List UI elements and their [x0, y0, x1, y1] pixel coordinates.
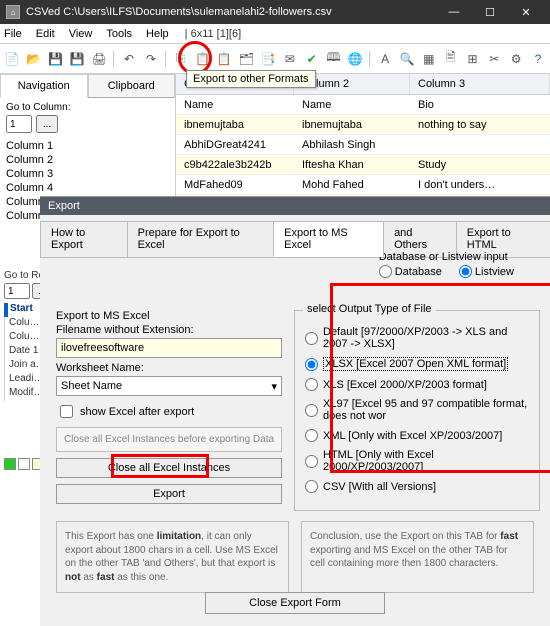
help-icon[interactable]: ?	[528, 49, 548, 69]
worksheet-select[interactable]: Sheet Name▾	[56, 376, 282, 396]
export-formats-icon[interactable]: ⎘	[171, 49, 191, 69]
menu-help[interactable]: Help	[146, 28, 169, 40]
close-button[interactable]: ✕	[508, 0, 544, 24]
window-title: CSVed C:\Users\ILFS\Documents\sulemanela…	[26, 6, 436, 18]
wrench-icon[interactable]: ✂	[484, 49, 504, 69]
close-export-form-button[interactable]: Close Export Form	[205, 592, 385, 614]
font-icon[interactable]: A	[375, 49, 395, 69]
radio-xl97[interactable]: XL97 [Excel 95 and 97 compatible format,…	[305, 398, 529, 422]
info-conclusion: Conclusion, use the Export on this TAB f…	[301, 521, 534, 593]
menu-tools[interactable]: Tools	[106, 28, 132, 40]
swatch-green[interactable]	[4, 458, 16, 470]
color-swatches	[0, 458, 44, 470]
tool-icon[interactable]: 📋	[214, 49, 234, 69]
close-form-wrap: Close Export Form	[205, 592, 385, 614]
print-icon[interactable]: 🖨	[89, 49, 109, 69]
goto-column-button[interactable]: ...	[36, 115, 58, 133]
menu-edit[interactable]: Edit	[36, 28, 55, 40]
tool-icon[interactable]: 📋	[193, 49, 213, 69]
export-dialog: Export How to Export Prepare for Export …	[40, 196, 550, 626]
goto-row-input[interactable]	[4, 283, 30, 299]
radio-xls[interactable]: XLS [Excel 2000/XP/2003 format]	[305, 378, 529, 391]
format-icon[interactable]: ▦	[419, 49, 439, 69]
export-button[interactable]: Export	[56, 484, 282, 504]
show-excel-checkbox[interactable]: show Excel after export	[56, 402, 282, 421]
worksheet-label: Worksheet Name:	[56, 362, 282, 374]
menu-extra: | 6x11 [1][6]	[185, 28, 241, 40]
table-row[interactable]: NameNameBio	[176, 95, 550, 115]
list-item[interactable]: Column 4	[6, 181, 169, 195]
tab-prepare-excel[interactable]: Prepare for Export to Excel	[127, 221, 275, 257]
search-icon[interactable]: 🔍	[397, 49, 417, 69]
radio-csv[interactable]: CSV [With all Versions]	[305, 480, 529, 493]
separator	[113, 50, 115, 68]
db-listview-input: Database or Listview input Database List…	[379, 251, 528, 281]
undo-icon[interactable]: ↶	[119, 49, 139, 69]
close-instances-hint: Close all Excel Instances before exporti…	[56, 427, 282, 452]
separator	[165, 50, 167, 68]
table-row[interactable]: AbhiDGreat4241Abhilash Singh	[176, 135, 550, 155]
tool-icon[interactable]: 🖹	[441, 49, 461, 69]
section-label: Export to MS Excel	[56, 310, 282, 322]
tool-icon[interactable]: 🗂	[236, 49, 256, 69]
list-item[interactable]: Column 2	[6, 153, 169, 167]
radio-xml[interactable]: XML [Only with Excel XP/2003/2007]	[305, 429, 529, 442]
redo-icon[interactable]: ↷	[141, 49, 161, 69]
export-right-column: select Output Type of File Default [97/2…	[294, 310, 540, 511]
db-input-label: Database or Listview input	[379, 251, 528, 263]
tool-icon[interactable]: 📑	[258, 49, 278, 69]
export-left-column: Export to MS Excel Filename without Exte…	[56, 310, 282, 511]
export-title: Export	[40, 197, 550, 215]
filename-input[interactable]	[56, 338, 282, 358]
list-item[interactable]: Column 1	[6, 139, 169, 153]
app-icon: ⌂	[6, 5, 20, 19]
radio-xlsx[interactable]: XLSX [Excel 2007 Open XML format]	[305, 357, 529, 371]
close-all-instances-button[interactable]: Close all Excel Instances	[56, 458, 282, 478]
tab-how-to-export[interactable]: How to Export	[40, 221, 128, 257]
tab-clipboard[interactable]: Clipboard	[88, 74, 176, 98]
toolbar: 📄 📂 💾 💾 🖨 ↶ ↷ ⎘ 📋 📋 🗂 📑 ✉ ✔ 🕮 🌐 A 🔍 ▦ 🖹 …	[0, 44, 550, 74]
list-item[interactable]: Start	[10, 303, 33, 314]
tool-icon[interactable]: 🕮	[324, 49, 344, 69]
column-header[interactable]: Column 3	[410, 74, 550, 94]
table-row[interactable]: ibnemujtabaibnemujtabanothing to say	[176, 115, 550, 135]
menu-view[interactable]: View	[69, 28, 93, 40]
open-icon[interactable]: 📂	[24, 49, 44, 69]
list-item[interactable]: Column 3	[6, 167, 169, 181]
table-row[interactable]: c9b422ale3b242bIftesha KhanStudy	[176, 155, 550, 175]
tab-ms-excel[interactable]: Export to MS Excel	[273, 221, 384, 257]
tooltip: Export to other Formats	[186, 70, 316, 88]
separator	[369, 50, 371, 68]
radio-listview[interactable]: Listview	[459, 265, 514, 278]
info-boxes: This Export has one limitation, it can o…	[40, 511, 550, 603]
new-icon[interactable]: 📄	[2, 49, 22, 69]
title-bar: ⌂ CSVed C:\Users\ILFS\Documents\sulemane…	[0, 0, 550, 24]
tab-navigation[interactable]: Navigation	[0, 74, 88, 98]
output-legend: select Output Type of File	[303, 303, 436, 315]
radio-default[interactable]: Default [97/2000/XP/2003 -> XLS and 2007…	[305, 326, 529, 350]
save-icon[interactable]: 💾	[46, 49, 66, 69]
maximize-button[interactable]: ☐	[472, 0, 508, 24]
globe-icon[interactable]: 🌐	[345, 49, 365, 69]
filename-label: Filename without Extension:	[56, 324, 282, 336]
chevron-down-icon: ▾	[271, 380, 277, 393]
menu-bar: File Edit View Tools Help | 6x11 [1][6]	[0, 24, 550, 44]
minimize-button[interactable]: —	[436, 0, 472, 24]
save-as-icon[interactable]: 💾	[67, 49, 87, 69]
radio-html[interactable]: HTML [Only with Excel 2000/XP/2003/2007]	[305, 449, 529, 473]
radio-database[interactable]: Database	[379, 265, 442, 278]
check-icon[interactable]: ✔	[302, 49, 322, 69]
goto-column-label: Go to Column:	[0, 98, 175, 115]
mail-icon[interactable]: ✉	[280, 49, 300, 69]
info-limitation: This Export has one limitation, it can o…	[56, 521, 289, 593]
menu-file[interactable]: File	[4, 28, 22, 40]
output-type-fieldset: select Output Type of File Default [97/2…	[294, 310, 540, 511]
table-row[interactable]: MdFahed09Mohd FahedI don't unders…	[176, 175, 550, 195]
goto-column-input[interactable]	[6, 115, 32, 133]
gear-icon[interactable]: ⚙	[506, 49, 526, 69]
swatch-white[interactable]	[18, 458, 30, 470]
tool-icon[interactable]: ⊞	[463, 49, 483, 69]
